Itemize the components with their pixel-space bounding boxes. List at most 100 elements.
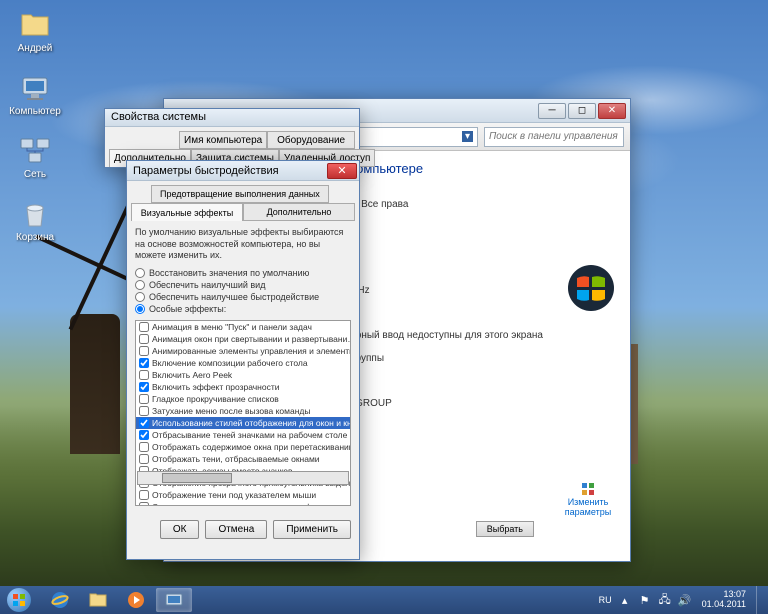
close-button[interactable]: ✕	[327, 163, 357, 179]
effect-checkbox[interactable]	[139, 454, 149, 464]
media-player-icon	[126, 590, 146, 610]
taskbar-media-player[interactable]	[118, 588, 154, 612]
tab-hardware[interactable]: Оборудование	[267, 131, 355, 149]
tab-advanced[interactable]: Дополнительно	[243, 203, 355, 221]
effect-label: Включить Aero Peek	[152, 370, 232, 380]
effect-label: Затухание меню после вызова команды	[152, 406, 311, 416]
effect-label: Гладкое прокручивание списков	[152, 394, 279, 404]
trash-icon	[19, 198, 51, 230]
effect-checkbox[interactable]	[139, 394, 149, 404]
desktop-icon-label: Андрей	[18, 43, 53, 54]
ok-button[interactable]: ОК	[160, 520, 200, 539]
effect-item[interactable]: Использование стилей отображения для око…	[136, 417, 350, 429]
effect-item[interactable]: Затухание меню после вызова команды	[136, 405, 350, 417]
radio-group: Восстановить значения по умолчанию Обеспе…	[135, 268, 351, 314]
effect-checkbox[interactable]	[139, 418, 149, 428]
tray-arrow-icon[interactable]: ▴	[618, 593, 632, 607]
radio-label: Особые эффекты:	[149, 304, 226, 314]
cancel-button[interactable]: Отмена	[205, 520, 267, 539]
maximize-button[interactable]: ◻	[568, 103, 596, 119]
search-input[interactable]	[484, 127, 624, 147]
effect-item[interactable]: Отображать содержимое окна при перетаски…	[136, 441, 350, 453]
window-title[interactable]: Свойства системы	[105, 109, 359, 127]
radio-option[interactable]: Восстановить значения по умолчанию	[135, 268, 351, 278]
desktop-icons: Андрей Компьютер Сеть Корзина	[5, 5, 65, 247]
taskbar-ie[interactable]	[42, 588, 78, 612]
effect-item[interactable]: Включение композиции рабочего стола	[136, 357, 350, 369]
rating-button[interactable]: Выбрать	[476, 521, 534, 537]
desktop-icon-trash[interactable]: Корзина	[5, 194, 65, 247]
desktop-icon-label: Сеть	[24, 169, 46, 180]
clock[interactable]: 13:07 01.04.2011	[698, 590, 750, 610]
effect-item[interactable]: Отображение тени под указателем мыши	[136, 489, 350, 501]
titlebar[interactable]: Параметры быстродействия ✕	[127, 161, 359, 181]
effect-checkbox[interactable]	[139, 442, 149, 452]
start-button[interactable]	[0, 586, 38, 614]
effect-checkbox[interactable]	[139, 430, 149, 440]
effect-checkbox[interactable]	[139, 490, 149, 500]
radio-label: Восстановить значения по умолчанию	[149, 268, 309, 278]
folder-icon	[88, 590, 108, 610]
desktop-icon-computer[interactable]: Компьютер	[5, 68, 65, 121]
effect-item[interactable]: Анимация окон при свертывании и разверты…	[136, 333, 350, 345]
windows-logo-icon	[567, 264, 615, 312]
apply-button[interactable]: Применить	[273, 520, 351, 539]
effect-checkbox[interactable]	[139, 334, 149, 344]
tab-computer-name[interactable]: Имя компьютера	[179, 131, 267, 149]
effect-item[interactable]: Гладкое прокручивание списков	[136, 393, 350, 405]
taskbar-explorer[interactable]	[80, 588, 116, 612]
radio-input[interactable]	[135, 304, 145, 314]
effect-item[interactable]: Отображать тени, отбрасываемые окнами	[136, 453, 350, 465]
radio-option[interactable]: Особые эффекты:	[135, 304, 351, 314]
desktop-icon-user[interactable]: Андрей	[5, 5, 65, 58]
ie-icon	[50, 590, 70, 610]
effect-label: Включение композиции рабочего стола	[152, 358, 308, 368]
language-indicator[interactable]: RU	[599, 595, 612, 605]
performance-options-window: Параметры быстродействия ✕ Предотвращени…	[126, 160, 360, 560]
radio-input[interactable]	[135, 268, 145, 278]
effect-label: Отбрасывание теней значками на рабочем с…	[152, 430, 347, 440]
radio-label: Обеспечить наилучший вид	[149, 280, 265, 290]
effect-item[interactable]: Отбрасывание теней значками на рабочем с…	[136, 429, 350, 441]
minimize-button[interactable]: ─	[538, 103, 566, 119]
network-tray-icon[interactable]: 🖧	[658, 593, 672, 607]
desktop-icon-network[interactable]: Сеть	[5, 131, 65, 184]
effect-item[interactable]: Включить Aero Peek	[136, 369, 350, 381]
volume-icon[interactable]: 🔊	[678, 593, 692, 607]
effect-checkbox[interactable]	[139, 406, 149, 416]
radio-input[interactable]	[135, 292, 145, 302]
effect-item[interactable]: Включить эффект прозрачности	[136, 381, 350, 393]
effect-checkbox[interactable]	[139, 502, 149, 506]
user-folder-icon	[19, 9, 51, 41]
window-title: Параметры быстродействия	[133, 165, 279, 177]
effect-checkbox[interactable]	[139, 346, 149, 356]
show-desktop-button[interactable]	[756, 586, 764, 614]
horizontal-scrollbar[interactable]	[137, 471, 349, 485]
effect-item[interactable]: Сглаживать неровности экранных шрифтов	[136, 501, 350, 506]
effect-checkbox[interactable]	[139, 382, 149, 392]
computer-icon	[19, 72, 51, 104]
close-button[interactable]: ✕	[598, 103, 626, 119]
effect-item[interactable]: Анимированные элементы управления и элем…	[136, 345, 350, 357]
taskbar-control-panel[interactable]	[156, 588, 192, 612]
change-settings-link[interactable]: Изменить параметры	[558, 481, 618, 517]
scrollbar-thumb[interactable]	[162, 473, 232, 483]
tab-dep[interactable]: Предотвращение выполнения данных	[151, 185, 329, 203]
effect-label: Отображение тени под указателем мыши	[152, 490, 316, 500]
radio-label: Обеспечить наилучшее быстродействие	[149, 292, 319, 302]
radio-input[interactable]	[135, 280, 145, 290]
action-center-icon[interactable]: ⚑	[638, 593, 652, 607]
control-panel-icon	[164, 590, 184, 610]
radio-option[interactable]: Обеспечить наилучшее быстродействие	[135, 292, 351, 302]
effect-item[interactable]: Анимация в меню "Пуск" и панели задач	[136, 321, 350, 333]
radio-option[interactable]: Обеспечить наилучший вид	[135, 280, 351, 290]
date: 01.04.2011	[702, 600, 746, 610]
windows-orb-icon	[7, 588, 31, 612]
effect-checkbox[interactable]	[139, 370, 149, 380]
desktop-icon-label: Компьютер	[9, 106, 61, 117]
taskbar: RU ▴ ⚑ 🖧 🔊 13:07 01.04.2011	[0, 586, 768, 614]
effect-checkbox[interactable]	[139, 358, 149, 368]
tab-visual-effects[interactable]: Визуальные эффекты	[131, 203, 243, 221]
description-text: По умолчанию визуальные эффекты выбирают…	[135, 227, 351, 262]
effect-checkbox[interactable]	[139, 322, 149, 332]
